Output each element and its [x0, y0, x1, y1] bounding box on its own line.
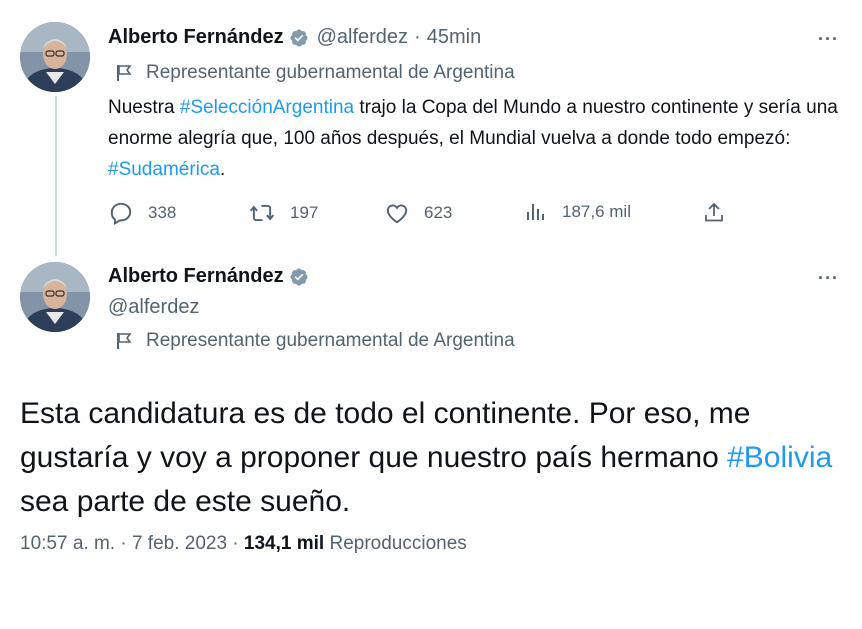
retweet-count: 197	[290, 203, 319, 222]
views-count: 134,1 mil	[243, 533, 325, 554]
tweet-text-part: Esta candidatura es de todo el continent…	[20, 397, 751, 474]
like-button[interactable]: 623	[384, 200, 452, 226]
tweet-actions: 338 197 623 187,6 mil	[108, 200, 748, 230]
government-flag-icon	[117, 65, 132, 81]
reply-icon	[110, 202, 132, 226]
tweet-header: Alberto Fernández @alferdez · 45min	[108, 26, 481, 49]
government-label[interactable]: Representante gubernamental de Argentina	[116, 62, 515, 84]
separator-dot: ·	[414, 26, 421, 48]
tweet-text-part: .	[219, 159, 226, 180]
author-handle[interactable]: @alferdez	[108, 296, 199, 319]
views-icon	[527, 204, 544, 220]
government-label-text: Representante gubernamental de Argentina	[146, 62, 515, 83]
tweet-text: Esta candidatura es de todo el continent…	[20, 392, 850, 524]
reply-button[interactable]: 338	[108, 200, 176, 226]
author-avatar[interactable]	[20, 22, 90, 92]
share-button[interactable]	[702, 200, 740, 226]
hashtag-link[interactable]: #Bolivia	[727, 441, 832, 474]
tweet-header: Alberto Fernández	[108, 265, 309, 288]
tweet-meta: 10:57 a. m. · 7 feb. 2023 · 134,1 mil Re…	[20, 533, 467, 555]
author-name[interactable]: Alberto Fernández	[108, 26, 284, 49]
reply-count: 338	[148, 203, 177, 222]
like-icon	[386, 204, 408, 224]
handle-row: @alferdez	[108, 296, 199, 319]
author-handle[interactable]: @alferdez	[317, 26, 408, 49]
government-label-text: Representante gubernamental de Argentina	[146, 330, 515, 351]
tweet-text-part: Nuestra	[108, 97, 180, 118]
more-icon[interactable]: ···	[818, 269, 839, 287]
government-label[interactable]: Representante gubernamental de Argentina	[116, 330, 515, 352]
views-count: 187,6 mil	[562, 202, 631, 221]
verified-badge-icon	[289, 267, 309, 287]
views-button[interactable]: 187,6 mil	[524, 200, 631, 224]
tweet-text-part: sea parte de este sueño.	[20, 485, 351, 518]
tweet-text: Nuestra #SelecciónArgentina trajo la Cop…	[108, 92, 848, 185]
more-icon[interactable]: ···	[818, 30, 839, 48]
government-flag-icon	[117, 333, 132, 349]
author-avatar[interactable]	[20, 262, 90, 332]
tweet-timestamp[interactable]: 10:57 a. m. · 7 feb. 2023 ·	[20, 533, 244, 554]
retweet-button[interactable]: 197	[248, 200, 318, 226]
hashtag-link[interactable]: #SelecciónArgentina	[180, 97, 354, 118]
author-name[interactable]: Alberto Fernández	[108, 265, 284, 288]
views-label: Reproducciones	[324, 533, 467, 554]
thread-line	[55, 96, 57, 256]
share-icon	[705, 202, 723, 222]
tweet-time[interactable]: 45min	[427, 26, 481, 49]
like-count: 623	[424, 203, 453, 222]
retweet-icon	[249, 204, 275, 222]
hashtag-link[interactable]: #Sudamérica	[108, 159, 220, 180]
verified-badge-icon	[289, 28, 309, 48]
